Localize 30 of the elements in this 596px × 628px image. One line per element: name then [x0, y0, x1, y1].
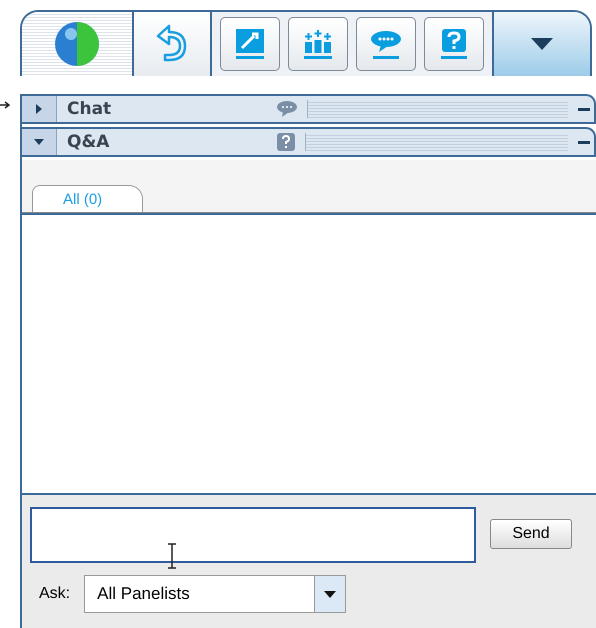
expand-toggle[interactable] [22, 129, 57, 155]
text-cursor-icon [167, 543, 177, 569]
panel-header[interactable]: Chat [22, 94, 596, 124]
question-input[interactable] [30, 507, 476, 563]
undo-button[interactable] [134, 12, 212, 76]
pointer-arrow-icon [0, 101, 10, 109]
undo-arrow-icon [155, 24, 189, 64]
chat-button[interactable] [356, 17, 416, 71]
globe-icon [53, 20, 101, 68]
panel-title: Chat [67, 99, 112, 119]
menu-dropdown-button[interactable] [494, 12, 590, 76]
minimize-icon[interactable] [578, 140, 590, 144]
caret-icon [36, 104, 42, 114]
speech-bubble-icon [277, 101, 297, 117]
send-button[interactable]: Send [490, 519, 572, 549]
caret-icon [531, 38, 553, 50]
globe-button[interactable] [22, 12, 134, 76]
caret-icon [324, 590, 336, 598]
caret-icon [34, 139, 44, 145]
expand-toggle[interactable] [22, 96, 57, 122]
people-icon [301, 27, 335, 61]
minimize-icon[interactable] [578, 108, 590, 110]
panel-title: Q&A [67, 132, 110, 152]
recipient-dropdown[interactable]: All Panelists [84, 575, 346, 613]
panel-header[interactable]: Q&A [22, 127, 596, 157]
ask-label: Ask: [39, 585, 70, 603]
help-button[interactable] [424, 17, 484, 71]
tools-button[interactable] [220, 17, 280, 71]
question-mark-icon [277, 133, 295, 151]
attendees-button[interactable] [288, 17, 348, 71]
